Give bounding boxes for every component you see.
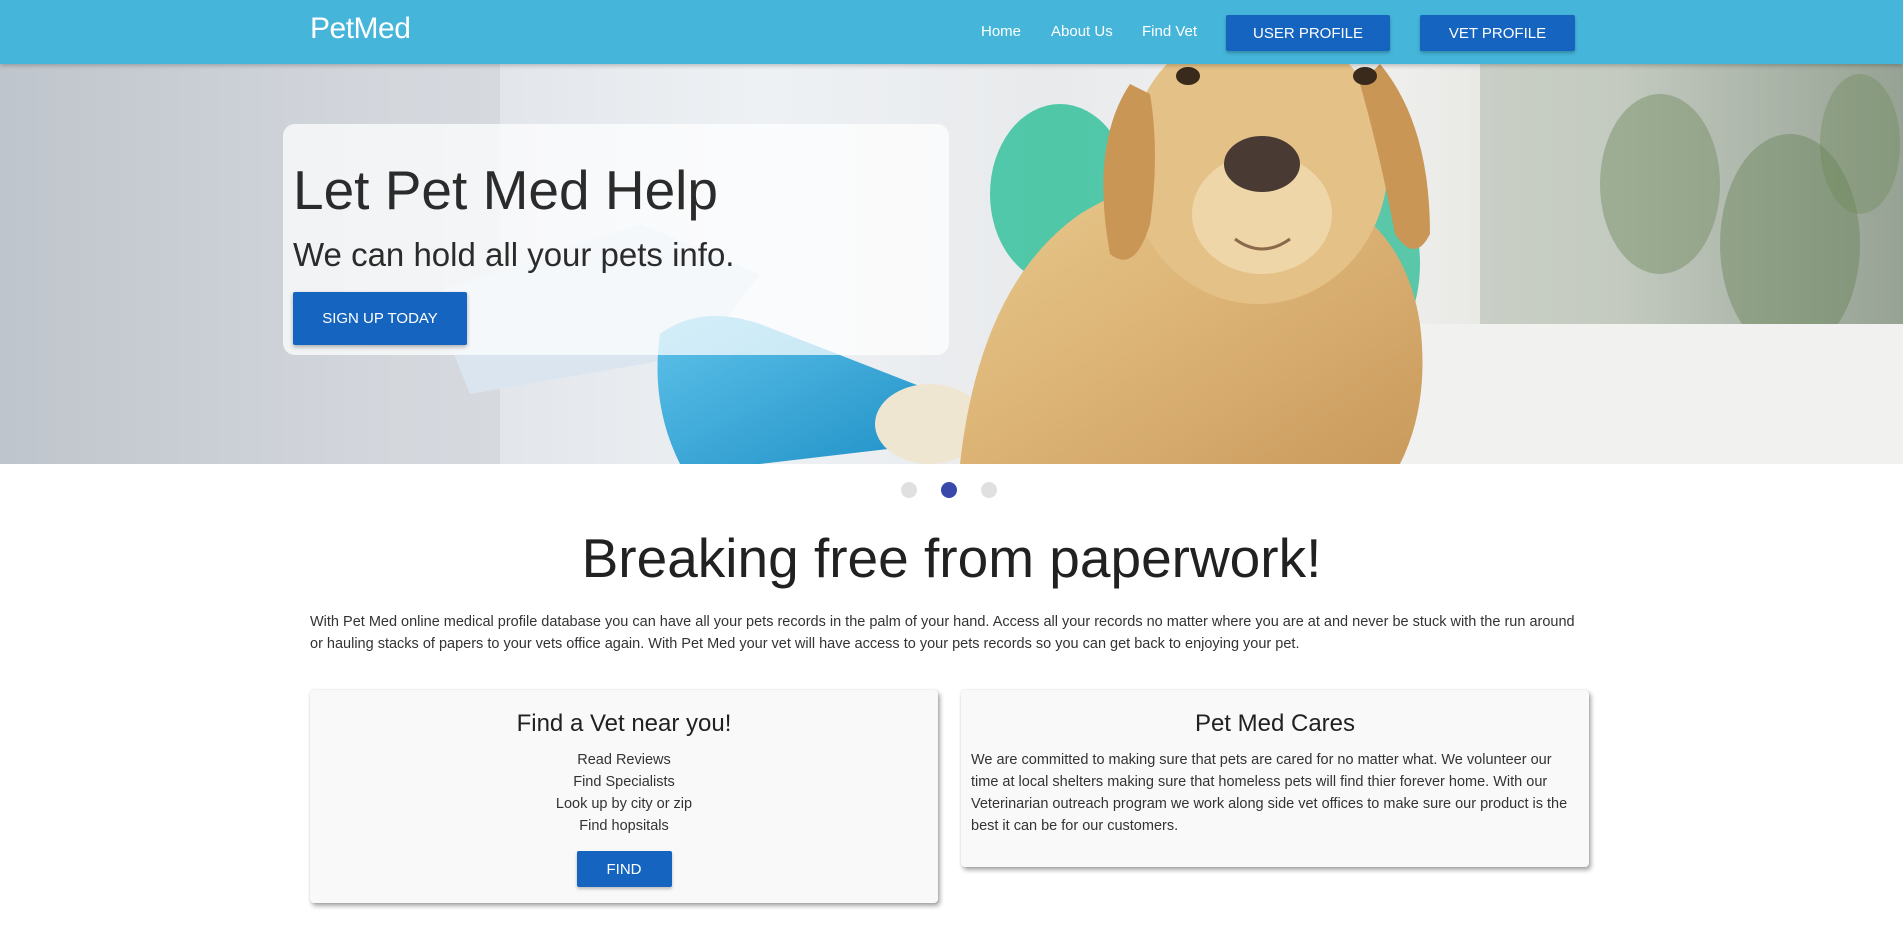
list-item: Find hopsitals (579, 818, 669, 834)
cares-card-title: Pet Med Cares (1194, 710, 1356, 737)
find-vet-feature-list: Read Reviews Find Specialists Look up by… (310, 749, 938, 837)
brand-logo[interactable]: PetMed (310, 12, 411, 46)
find-button[interactable]: FIND (576, 851, 672, 887)
hero-carousel: Let Pet Med Help We can hold all your pe… (0, 64, 1903, 464)
intro-paragraph: With Pet Med online medical profile data… (310, 614, 1575, 652)
hero-title: Let Pet Med Help (293, 159, 718, 221)
cares-card-text: We are committed to making sure that pet… (971, 752, 1568, 834)
vet-profile-button[interactable]: VET PROFILE (1420, 15, 1575, 51)
hero-subtitle: We can hold all your pets info. (293, 236, 735, 273)
nav-link-find-vet[interactable]: Find Vet (1142, 23, 1197, 40)
list-item: Read Reviews (577, 752, 671, 768)
section-heading: Breaking free from paperwork! (581, 527, 1322, 589)
sign-up-button[interactable]: SIGN UP TODAY (293, 292, 467, 345)
carousel-indicator-1[interactable] (901, 482, 917, 498)
list-item: Look up by city or zip (555, 796, 693, 812)
nav-link-about-us[interactable]: About Us (1051, 23, 1113, 40)
carousel-indicator-2[interactable] (941, 482, 957, 498)
carousel-indicator-3[interactable] (981, 482, 997, 498)
navbar: PetMed Home About Us Find Vet USER PROFI… (0, 0, 1903, 64)
list-item: Find Specialists (573, 774, 675, 790)
nav-link-home[interactable]: Home (981, 23, 1021, 40)
user-profile-button[interactable]: USER PROFILE (1226, 15, 1390, 51)
find-vet-card-title: Find a Vet near you! (516, 710, 732, 737)
find-vet-card: Find a Vet near you! Read Reviews Find S… (310, 690, 938, 903)
pet-med-cares-card: Pet Med Cares We are committed to making… (961, 690, 1589, 867)
hero-caption-card: Let Pet Med Help We can hold all your pe… (283, 124, 949, 355)
